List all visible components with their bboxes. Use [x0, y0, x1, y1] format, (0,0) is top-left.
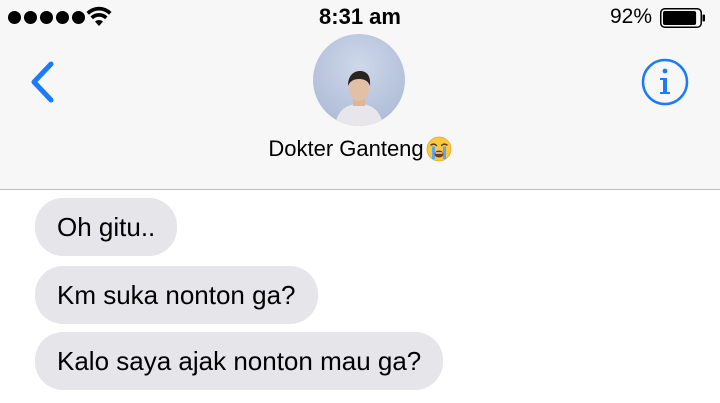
contact-avatar[interactable]	[313, 34, 405, 126]
contact-name-row[interactable]: Dokter Ganteng	[0, 136, 720, 162]
received-message-bubble[interactable]: Oh gitu..	[35, 198, 178, 256]
battery-icon	[660, 8, 705, 28]
battery-percentage: 92%	[609, 5, 652, 28]
info-button[interactable]	[640, 57, 690, 107]
received-message-bubble[interactable]: Km suka nonton ga?	[35, 266, 318, 324]
back-button[interactable]	[26, 58, 60, 106]
received-message-bubble[interactable]: Kalo saya ajak nonton mau ga?	[35, 332, 444, 390]
loudly-crying-face-icon	[426, 136, 452, 162]
avatar-photo	[335, 71, 383, 126]
contact-name: Dokter Ganteng	[268, 136, 424, 161]
status-bar: 8:31 am 92%	[0, 0, 720, 36]
conversation-header: 8:31 am 92% Dokter Ganteng	[0, 0, 720, 190]
